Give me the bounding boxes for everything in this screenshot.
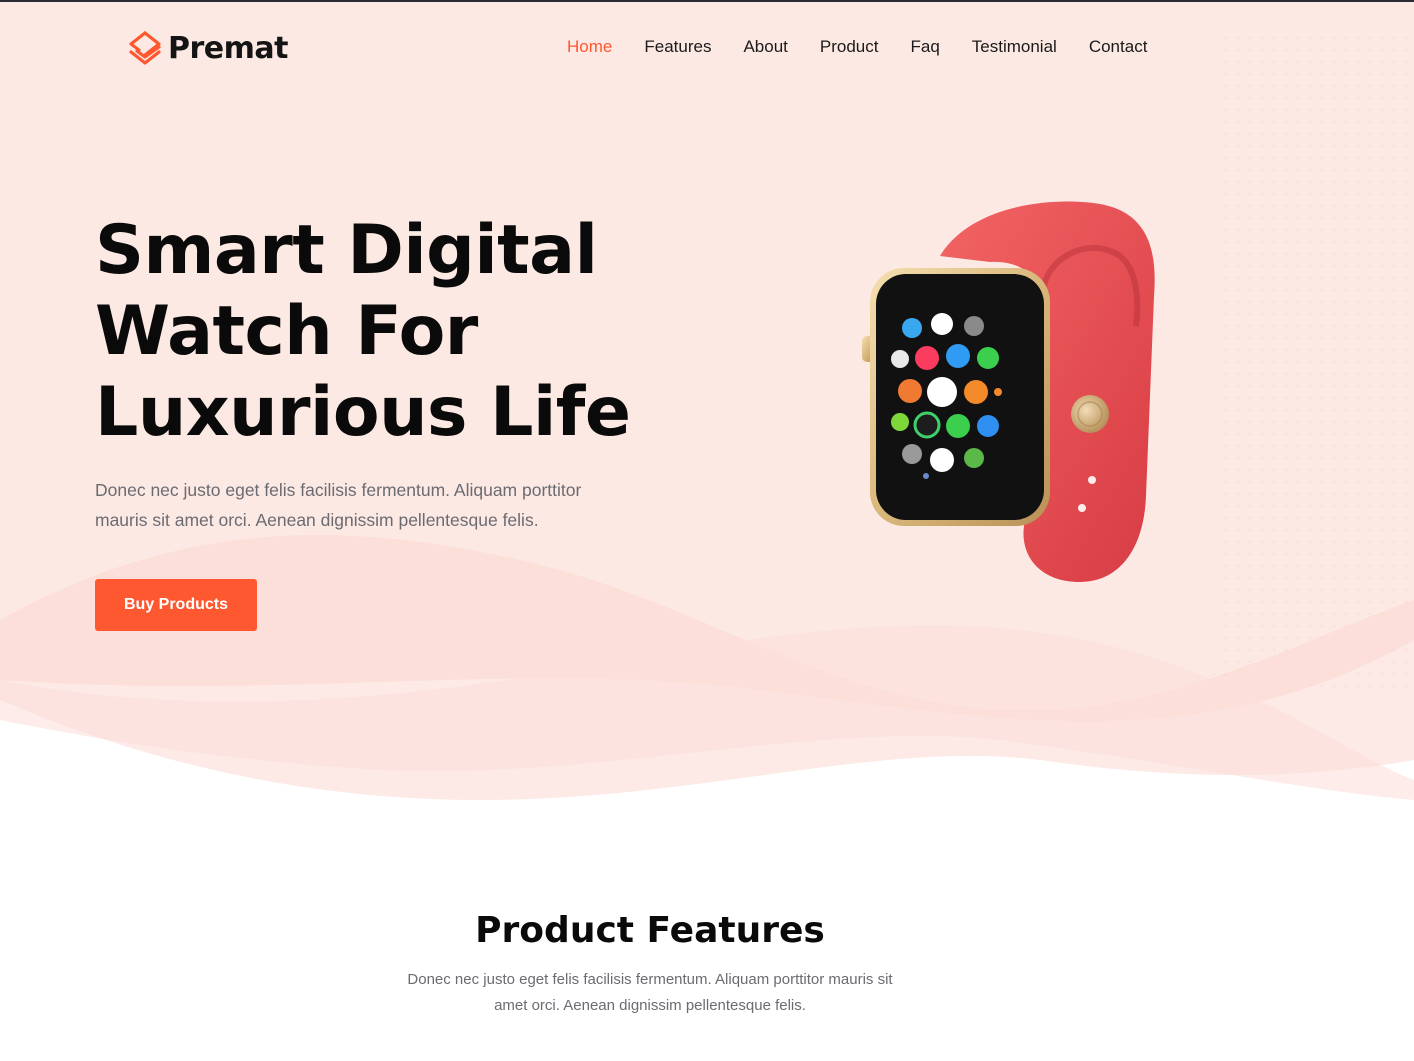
layered-diamond-logo-icon: [129, 31, 161, 65]
site-header: Premat Home Features About Product Faq T…: [0, 0, 1414, 96]
brand-name: Premat: [168, 30, 288, 66]
smart-watch-image: [862, 201, 1155, 583]
top-border: [0, 0, 1414, 2]
hero-description: Donec nec justo eget felis facilisis fer…: [95, 480, 582, 530]
hero-title-line: Smart Digital: [95, 211, 598, 290]
nav-product[interactable]: Product: [820, 37, 879, 57]
nav-home[interactable]: Home: [567, 37, 612, 57]
features-description: Donec nec justo eget felis facilisis fer…: [407, 971, 893, 1014]
main-nav: Home Features About Product Faq Testimon…: [567, 37, 1147, 57]
logo[interactable]: Premat: [128, 28, 288, 68]
nav-faq[interactable]: Faq: [910, 37, 939, 57]
features-title: Product Features: [475, 910, 825, 951]
nav-features[interactable]: Features: [644, 37, 711, 57]
hero-title-line: Luxurious Life: [95, 373, 631, 452]
buy-products-button[interactable]: Buy Products: [95, 579, 257, 631]
hero-title: Smart Digital Watch For Luxurious Life: [95, 210, 715, 453]
landing-page: Premat Home Features About Product Faq T…: [0, 0, 1414, 1061]
nav-testimonial[interactable]: Testimonial: [972, 37, 1057, 57]
nav-about[interactable]: About: [743, 37, 787, 57]
hero-title-line: Watch For: [95, 292, 478, 371]
nav-contact[interactable]: Contact: [1089, 37, 1148, 57]
